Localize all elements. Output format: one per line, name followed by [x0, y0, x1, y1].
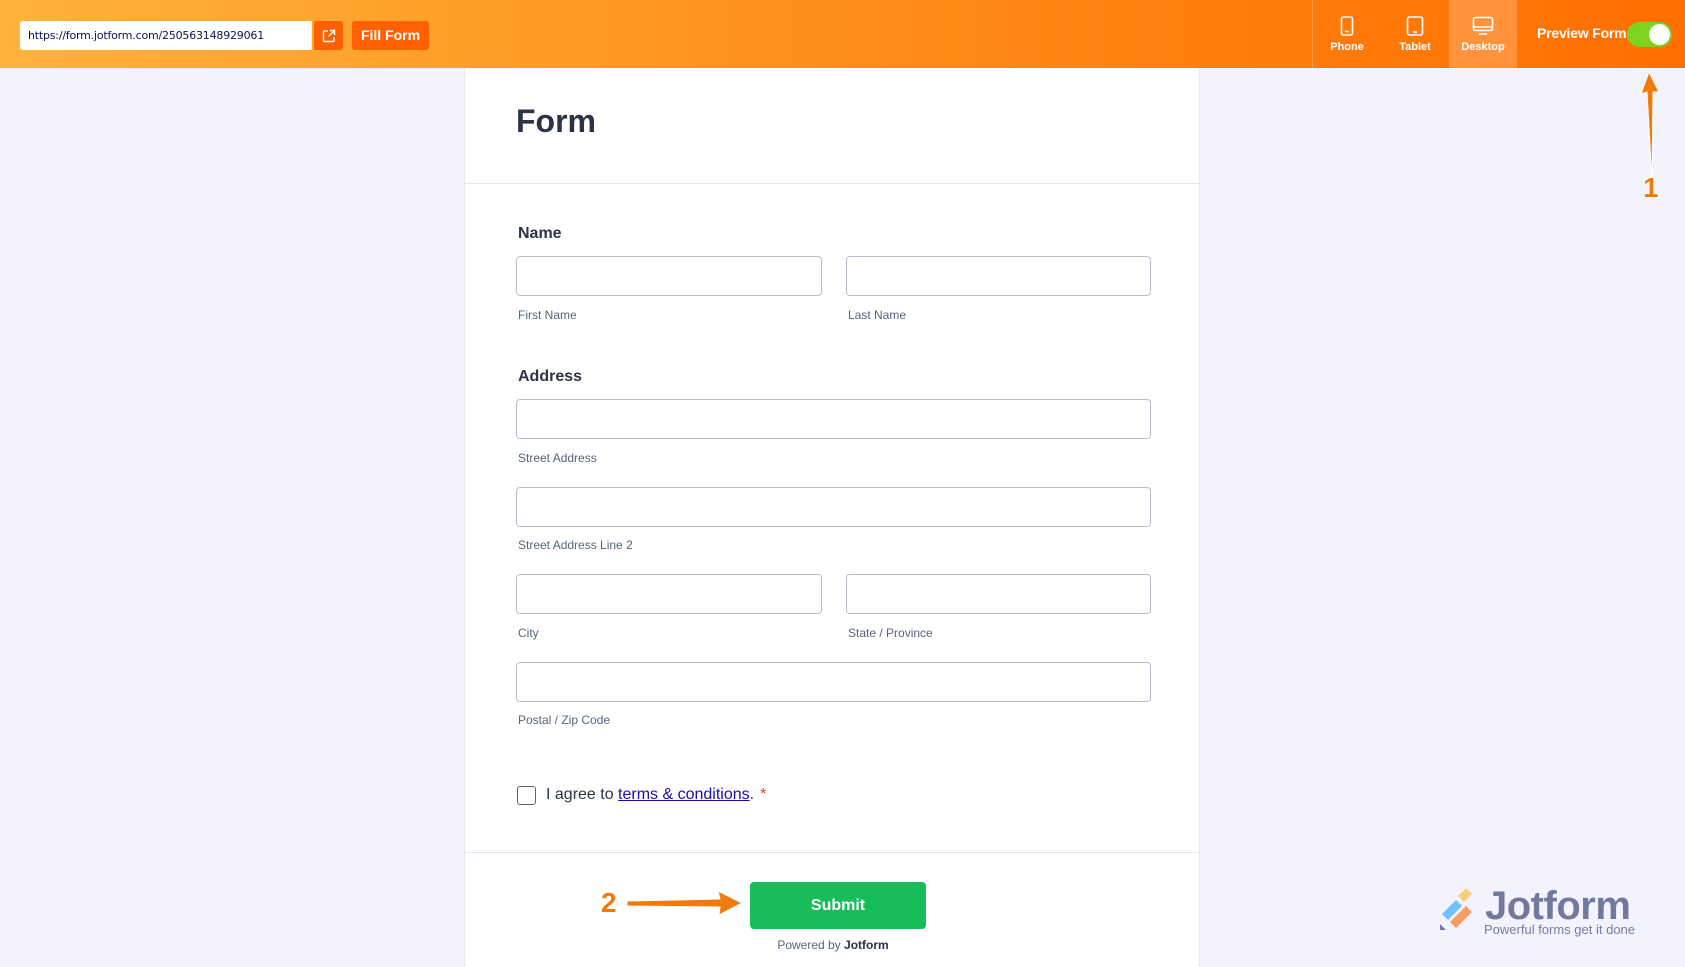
street-address-sublabel: Street Address [518, 451, 597, 465]
device-tablet-button[interactable]: Tablet [1381, 0, 1449, 68]
city-sublabel: City [518, 626, 539, 640]
form-card: Form Name First Name Last Name Address S… [464, 68, 1200, 967]
terms-suffix: . [749, 786, 755, 803]
state-input[interactable] [846, 574, 1151, 614]
last-name-sublabel: Last Name [848, 308, 907, 322]
street-address-line2-input[interactable] [516, 487, 1151, 527]
device-phone-label: Phone [1330, 40, 1364, 53]
street-address-input[interactable] [516, 399, 1151, 439]
first-name-input[interactable] [516, 256, 822, 296]
required-asterisk: * [760, 786, 767, 803]
tablet-icon [1406, 15, 1424, 36]
device-desktop-button[interactable]: Desktop [1449, 0, 1517, 68]
external-link-icon [322, 29, 335, 42]
postal-code-input[interactable] [516, 662, 1151, 702]
postal-code-sublabel: Postal / Zip Code [518, 713, 611, 727]
jotform-logo-icon [1440, 888, 1472, 930]
annotation-marker-2: 2 [601, 887, 617, 918]
device-tablet-label: Tablet [1399, 40, 1431, 53]
name-label: Name [518, 225, 562, 242]
form-title: Form [516, 103, 596, 139]
form-url-field[interactable]: https://form.jotform.com/250563148929061 [20, 21, 312, 50]
phone-icon [1340, 15, 1354, 36]
powered-brand: Jotform [844, 938, 889, 952]
terms-checkbox[interactable] [517, 786, 536, 805]
preview-form-label: Preview Form [1537, 25, 1627, 41]
device-desktop-label: Desktop [1461, 40, 1505, 53]
state-sublabel: State / Province [848, 626, 933, 640]
first-name-sublabel: First Name [518, 308, 577, 322]
powered-prefix: Powered by [777, 938, 845, 952]
terms-text: I agree to terms & conditions. * [546, 786, 766, 804]
fill-form-button[interactable]: Fill Form [352, 21, 429, 50]
device-phone-button[interactable]: Phone [1313, 0, 1381, 68]
submit-button[interactable]: Submit [750, 882, 926, 929]
city-input[interactable] [516, 574, 822, 614]
powered-by-text: Powered by Jotform [465, 938, 1201, 952]
header-divider [465, 183, 1199, 184]
last-name-input[interactable] [846, 256, 1151, 296]
terms-prefix: I agree to [546, 786, 619, 803]
watermark-tagline: Powerful forms get it done [1484, 922, 1636, 937]
device-switcher: Phone Tablet Desktop [1312, 0, 1517, 68]
open-in-new-tab-button[interactable] [314, 21, 343, 50]
preview-form-toggle[interactable] [1627, 22, 1672, 47]
street-address-line2-sublabel: Street Address Line 2 [518, 538, 633, 552]
terms-link[interactable]: terms & conditions [618, 786, 750, 803]
desktop-icon [1472, 16, 1494, 35]
arrow-1-icon [1640, 70, 1660, 183]
toggle-knob [1649, 24, 1670, 45]
annotation-marker-1: 1 [1643, 172, 1659, 203]
footer-divider [465, 852, 1199, 853]
address-label: Address [518, 368, 583, 385]
preview-toolbar: https://form.jotform.com/250563148929061… [0, 0, 1685, 68]
